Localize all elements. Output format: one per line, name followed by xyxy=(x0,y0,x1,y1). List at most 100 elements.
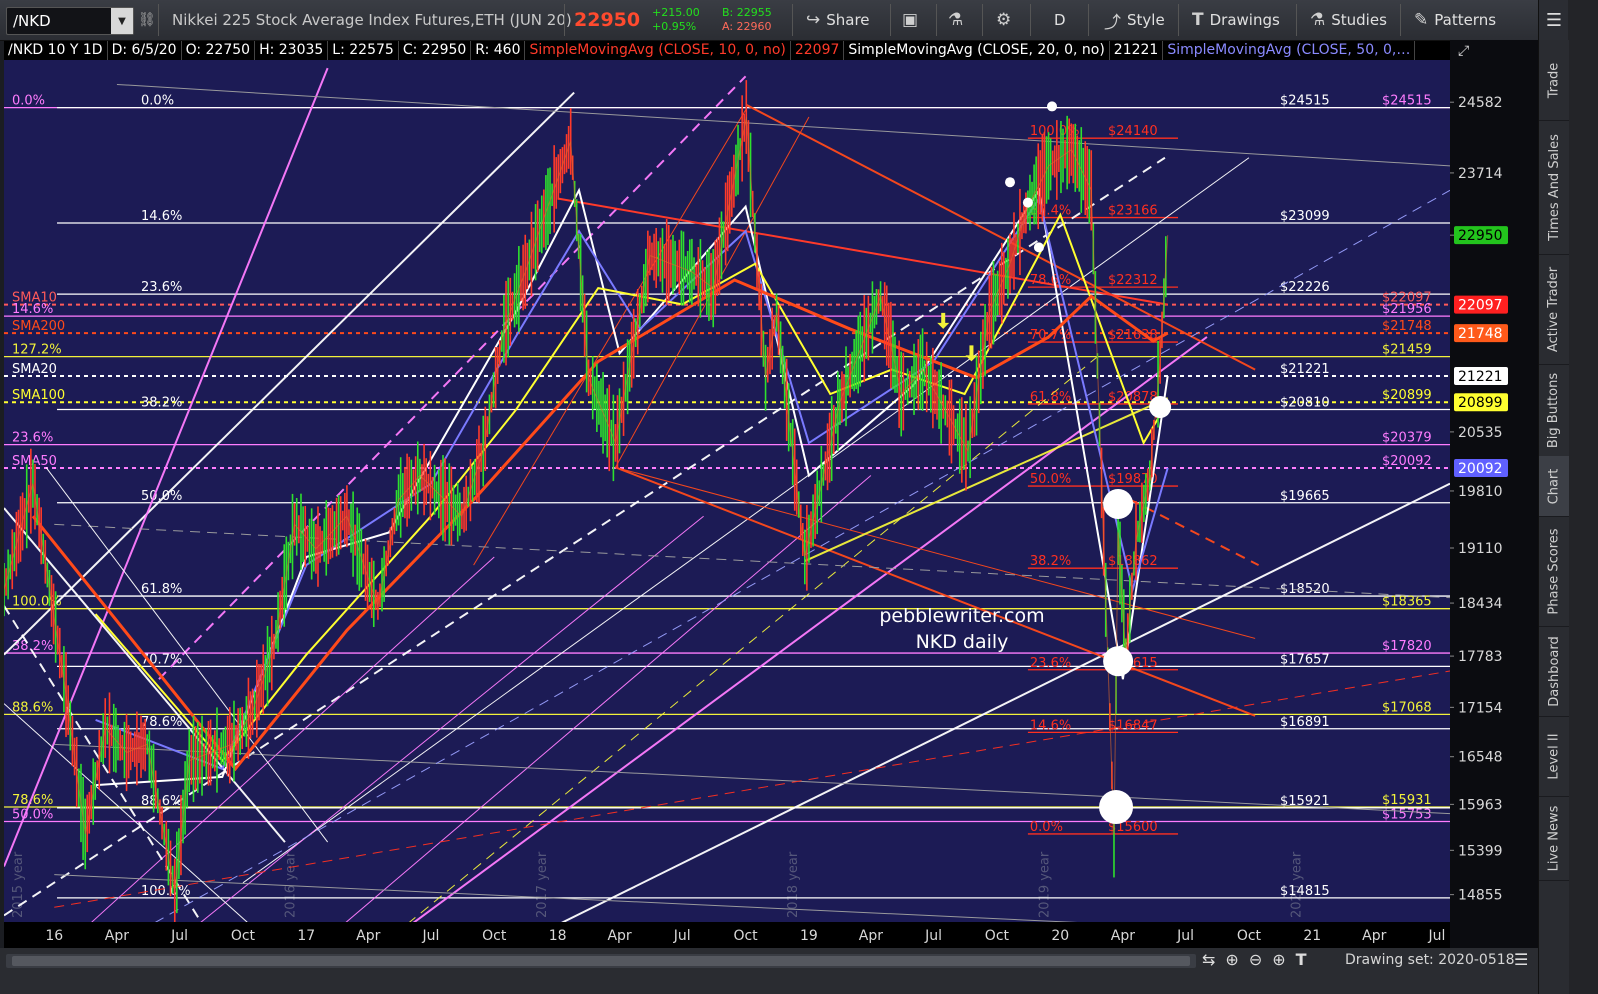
text-icon[interactable]: T xyxy=(1296,950,1307,969)
price-tick-label: 14855 xyxy=(1458,888,1503,904)
level-right-label: $15931 xyxy=(1382,793,1432,808)
tab-label: Times And Sales xyxy=(1546,133,1562,241)
level-right-label: $21956 xyxy=(1382,302,1432,317)
time-tick-label: Apr xyxy=(356,928,380,944)
style-button[interactable]: ⤴ Style xyxy=(1104,0,1165,40)
chart-canvas[interactable]: 2015 year 2016 year 2017 year 2018 year 2019… xyxy=(4,60,1450,948)
tab-live-news[interactable]: Live News xyxy=(1539,796,1569,881)
zoom-controls: ⇆ ⊕ ⊖ ⊕ T xyxy=(1202,950,1307,969)
toolbar-divider xyxy=(1088,4,1089,36)
arrow-marker xyxy=(937,312,950,329)
price-tick-label: 23714 xyxy=(1458,166,1503,182)
level-right-label: $23099 xyxy=(1280,209,1330,224)
level-left-label: 14.6% xyxy=(1030,718,1071,733)
zoom-in-icon[interactable]: ⊕ xyxy=(1272,950,1285,969)
level-left-label: 38.2% xyxy=(141,395,182,410)
marker-dot xyxy=(1099,790,1134,825)
menu-icon[interactable]: ☰ xyxy=(1538,0,1569,40)
legend-sma10[interactable]: SimpleMovingAvg (CLOSE, 10, 0, no) xyxy=(525,41,791,60)
time-tick-label: Oct xyxy=(985,928,1010,944)
level-left-label: 0.0% xyxy=(12,94,45,109)
level-right-label: $17657 xyxy=(1280,652,1330,667)
year-marker-label: 2018 year xyxy=(786,851,801,918)
period-button[interactable]: D xyxy=(1054,0,1066,40)
style-label: Style xyxy=(1127,11,1165,29)
crosshair-icon[interactable]: ⊕ xyxy=(1225,950,1238,969)
level-right-label: $22312 xyxy=(1108,273,1158,288)
price-tick-label: 18434 xyxy=(1458,596,1503,612)
legend-date: D: 6/5/20 xyxy=(108,41,182,60)
price-tick-label: 15963 xyxy=(1458,797,1503,813)
price-axis[interactable]: 24582 23714 22950 20535 19810 19110 18434 17783… xyxy=(1450,40,1538,948)
bid-price: B: 22955 xyxy=(722,6,772,19)
tab-level-ii[interactable]: Level II xyxy=(1539,716,1569,797)
link-icon[interactable]: ⛓ xyxy=(138,0,156,40)
time-tick-label: 17 xyxy=(297,928,315,944)
tab-big-buttons[interactable]: Big Buttons xyxy=(1539,364,1569,457)
chevron-down-icon[interactable]: ▼ xyxy=(111,8,133,34)
studies-button[interactable]: ⚗ Studies xyxy=(1310,0,1387,40)
legend-sma20[interactable]: SimpleMovingAvg (CLOSE, 20, 0, no) xyxy=(844,41,1110,60)
level-right-label: $15753 xyxy=(1382,807,1432,822)
toolbar-divider xyxy=(982,4,983,36)
marker-dot xyxy=(1103,646,1134,677)
settings-button[interactable]: ⚙ xyxy=(996,0,1011,40)
tab-dashboard[interactable]: Dashboard xyxy=(1539,626,1569,717)
tab-label: Active Trader xyxy=(1546,266,1562,352)
legend-sma20-value: 21221 xyxy=(1110,41,1164,60)
zoom-out-icon[interactable]: ⊖ xyxy=(1249,950,1262,969)
level-right-label: $20810 xyxy=(1280,395,1330,410)
tab-phase-scores[interactable]: Phase Scores xyxy=(1539,516,1569,627)
level-right-label: $24515 xyxy=(1382,94,1432,109)
level-right-label: $19665 xyxy=(1280,489,1330,504)
time-tick-label: 20 xyxy=(1051,928,1069,944)
time-scrollbar[interactable] xyxy=(6,954,1196,968)
share-button[interactable]: ↪ Share xyxy=(806,0,870,40)
level-left-label: 50.0% xyxy=(1030,472,1071,487)
screenshot-button[interactable]: ▣ xyxy=(902,0,918,40)
flask-button[interactable]: ⚗ xyxy=(948,0,963,40)
drawing-set-label[interactable]: Drawing set: 2020-0518 xyxy=(1345,952,1515,968)
tab-trade[interactable]: Trade xyxy=(1539,40,1569,121)
tab-active-trader[interactable]: Active Trader xyxy=(1539,254,1569,365)
trendline xyxy=(615,466,1256,717)
level-right-label: $21459 xyxy=(1382,343,1432,358)
price-tag-label: 20899 xyxy=(1458,395,1503,411)
drawings-button[interactable]: T Drawings xyxy=(1192,0,1280,40)
thinkorswim-window: /NKD ▼ ⛓ Nikkei 225 Stock Average Index … xyxy=(0,0,1598,994)
legend-sma50[interactable]: SimpleMovingAvg (CLOSE, 50, 0,… xyxy=(1163,41,1416,60)
watermark-line-2: NKD daily xyxy=(916,631,1009,653)
time-axis[interactable]: 16 Apr Jul Oct 17 Apr Jul Oct 18 Apr Jul Oct 19 Apr Ju… xyxy=(4,922,1450,948)
tab-chart[interactable]: Chart xyxy=(1539,456,1569,517)
toolbar-divider xyxy=(564,4,565,36)
arrow-icon[interactable]: ⇆ xyxy=(1202,950,1215,969)
expand-icon[interactable]: ⤢ xyxy=(1458,43,1469,59)
time-tick-label: Jul xyxy=(673,928,691,944)
level-right-label: $23166 xyxy=(1108,204,1158,219)
patterns-button[interactable]: ✎ Patterns xyxy=(1414,0,1496,40)
price-chart[interactable]: 2015 year 2016 year 2017 year 2018 year 2019… xyxy=(4,60,1450,948)
price-tag-label: 21221 xyxy=(1458,369,1503,385)
time-tick-label: Oct xyxy=(733,928,758,944)
window-edge xyxy=(1568,0,1598,994)
level-left-label: 127.2% xyxy=(12,343,62,358)
side-panel-tabs: Trade Times And Sales Active Trader Big But… xyxy=(1538,40,1569,994)
share-label: Share xyxy=(826,11,870,29)
symbol-input[interactable]: /NKD ▼ xyxy=(6,7,134,35)
marker-dot xyxy=(1005,177,1016,188)
tab-label: Live News xyxy=(1546,805,1562,871)
patterns-icon: ✎ xyxy=(1414,10,1429,30)
level-right-label: $21221 xyxy=(1280,362,1330,377)
level-right-label: $20092 xyxy=(1382,454,1432,469)
level-left-label: 23.6% xyxy=(1030,656,1071,671)
level-right-label: $17068 xyxy=(1382,700,1432,715)
level-left-label: 38.2% xyxy=(1030,554,1071,569)
scrollbar-thumb[interactable] xyxy=(12,956,1190,966)
tab-times-and-sales[interactable]: Times And Sales xyxy=(1539,120,1569,255)
price-change: +215.00 +0.95% xyxy=(652,0,700,40)
price-tag-label: 22950 xyxy=(1458,228,1503,244)
price-tick-label: 24582 xyxy=(1458,95,1503,111)
level-right-label: $24515 xyxy=(1280,94,1330,109)
year-marker-label: 2019 year xyxy=(1038,851,1053,918)
drawing-menu-icon[interactable]: ☰ xyxy=(1514,950,1528,969)
